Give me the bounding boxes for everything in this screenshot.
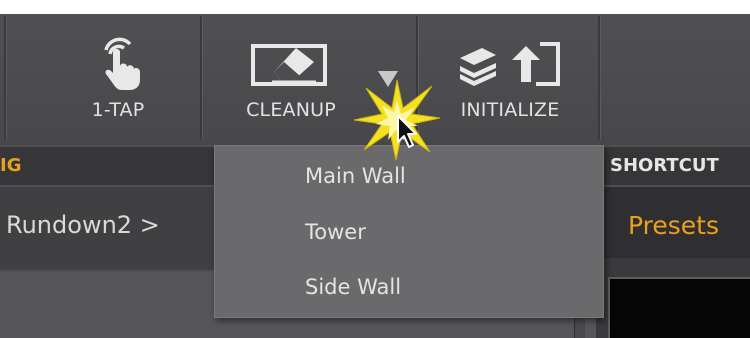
menu-item-label: Side Wall bbox=[305, 275, 402, 299]
menu-item-side-wall[interactable]: Side Wall bbox=[215, 259, 603, 315]
one-tap-button[interactable]: 1-TAP bbox=[50, 14, 186, 140]
mouse-pointer-icon bbox=[396, 114, 422, 150]
initialize-button[interactable]: INITIALIZE bbox=[430, 14, 590, 140]
cleanup-dropdown-menu: Main Wall Tower Side Wall bbox=[214, 145, 604, 318]
breadcrumb[interactable]: Rundown2 > bbox=[6, 211, 160, 239]
toolbar-separator bbox=[598, 16, 601, 140]
shortcut-header: SHORTCUT bbox=[610, 155, 719, 176]
touch-icon bbox=[50, 28, 186, 92]
menu-item-tower[interactable]: Tower bbox=[215, 204, 603, 260]
preview-thumbnail bbox=[608, 277, 750, 338]
toolbar-separator bbox=[4, 16, 7, 140]
toolbar-separator bbox=[200, 16, 203, 140]
initialize-label: INITIALIZE bbox=[460, 99, 560, 121]
cleanup-label: CLEANUP bbox=[246, 99, 336, 121]
menu-item-label: Tower bbox=[305, 220, 366, 244]
section-header-left: IG bbox=[0, 155, 22, 176]
eraser-icon bbox=[216, 28, 366, 92]
screenshot-stage: 1-TAP CLEANUP INITIALIZE IG SHORTCUT Run… bbox=[0, 0, 750, 338]
menu-item-label: Main Wall bbox=[305, 164, 406, 188]
cleanup-button[interactable]: CLEANUP bbox=[216, 14, 366, 140]
tab-presets[interactable]: Presets bbox=[628, 211, 719, 240]
initialize-icon bbox=[430, 28, 590, 92]
one-tap-label: 1-TAP bbox=[91, 99, 145, 121]
